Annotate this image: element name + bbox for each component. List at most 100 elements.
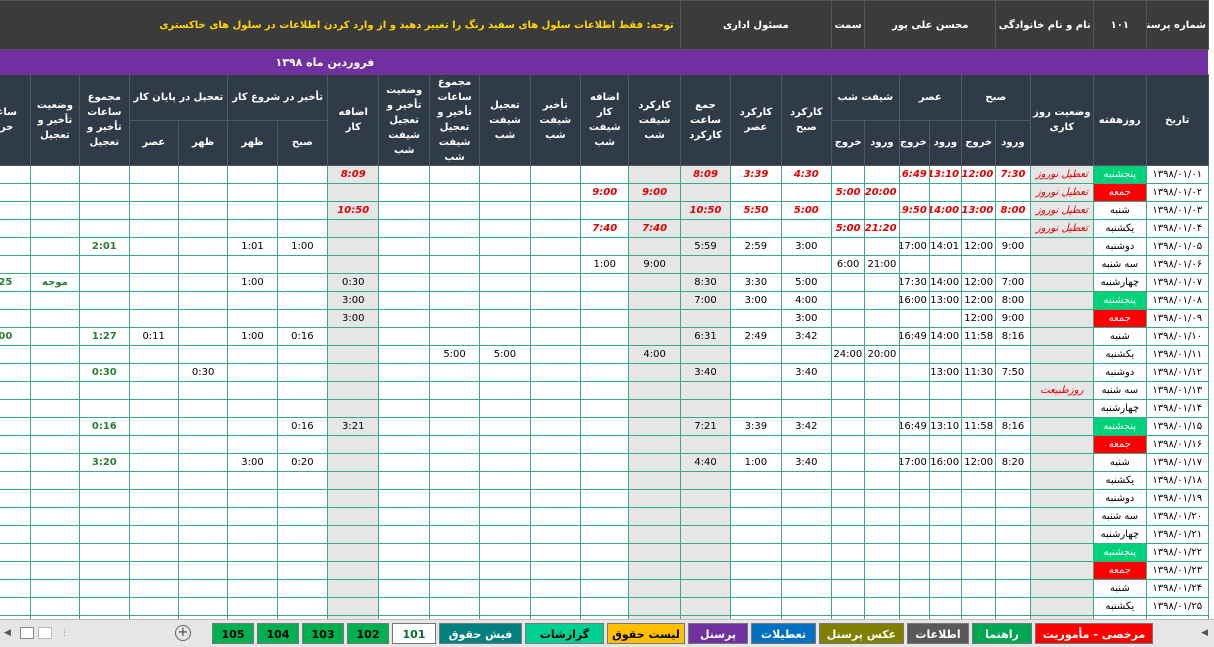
cell-no[interactable] (830, 273, 866, 292)
cell-ni[interactable] (864, 453, 900, 472)
cell-mo[interactable]: 13:00 (961, 201, 997, 220)
cell-ni[interactable] (864, 561, 900, 580)
cell-day[interactable]: جمعه (1093, 435, 1147, 454)
cell-lm[interactable] (276, 435, 329, 454)
cell-date[interactable]: ۱۳۹۸/۰۱/۱۳ (1145, 381, 1210, 400)
cell-lm[interactable] (276, 255, 329, 274)
cell-lm[interactable] (276, 561, 329, 580)
cell-ns[interactable] (378, 345, 430, 364)
cell-no[interactable] (830, 525, 866, 544)
cell-ln[interactable] (227, 579, 278, 598)
cell-mi[interactable]: 9:00 (995, 309, 1031, 328)
cell-nl[interactable] (529, 381, 582, 400)
cell-no[interactable] (830, 237, 866, 256)
cell-no[interactable] (830, 417, 866, 436)
cell-ns[interactable] (378, 453, 430, 472)
cell-ls[interactable] (29, 543, 81, 562)
cell-ot[interactable]: 8:09 (327, 165, 380, 184)
cell-nov[interactable] (580, 237, 630, 256)
cell-nt[interactable] (428, 183, 481, 202)
cell-nt[interactable] (428, 597, 481, 616)
cell-nw[interactable] (628, 363, 681, 382)
cell-day[interactable]: یکشنبه (1093, 345, 1147, 364)
cell-wa[interactable] (730, 435, 782, 454)
cell-wa[interactable]: 5:50 (730, 201, 782, 220)
cell-ea[interactable] (128, 417, 179, 436)
cell-st[interactable] (1029, 345, 1095, 364)
cell-ls[interactable] (29, 489, 81, 508)
cell-en[interactable] (177, 561, 229, 580)
cell-no[interactable] (830, 579, 866, 598)
cell-lm[interactable] (276, 219, 329, 238)
cell-lm[interactable] (276, 489, 329, 508)
cell-date[interactable]: ۱۳۹۸/۰۱/۱۰ (1145, 327, 1210, 346)
cell-ao[interactable]: 17:30 (898, 273, 930, 292)
cell-mo[interactable] (961, 543, 997, 562)
cell-ai[interactable]: 16:00 (928, 453, 963, 472)
cell-ot[interactable] (327, 507, 380, 526)
cell-ao[interactable]: 16:00 (898, 291, 930, 310)
cell-ea[interactable] (128, 399, 179, 418)
cell-ho[interactable] (0, 363, 31, 382)
cell-en[interactable] (177, 435, 229, 454)
cell-ls[interactable] (29, 363, 81, 382)
cell-nt[interactable] (428, 543, 481, 562)
cell-ns[interactable] (378, 543, 430, 562)
scroll-right-icon[interactable]: ◀ (1201, 628, 1208, 638)
cell-ea[interactable] (128, 345, 179, 364)
cell-no[interactable] (830, 165, 866, 184)
sheet-nav-box-2[interactable] (38, 627, 52, 639)
cell-ls[interactable] (29, 345, 81, 364)
cell-wm[interactable]: 4:00 (780, 291, 833, 310)
cell-nw[interactable] (628, 237, 681, 256)
cell-nl[interactable] (529, 417, 582, 436)
cell-ne[interactable] (479, 417, 531, 436)
cell-no[interactable] (830, 597, 866, 616)
cell-nw[interactable] (628, 399, 681, 418)
cell-st[interactable] (1029, 597, 1095, 616)
cell-tl[interactable] (79, 435, 130, 454)
cell-lm[interactable] (276, 363, 329, 382)
cell-ot[interactable] (327, 453, 380, 472)
cell-ne[interactable] (479, 183, 531, 202)
cell-date[interactable]: ۱۳۹۸/۰۱/۰۱ (1145, 165, 1210, 184)
cell-nl[interactable] (529, 561, 582, 580)
cell-wa[interactable] (730, 525, 782, 544)
cell-ho[interactable] (0, 219, 31, 238)
cell-tl[interactable]: 1:27 (79, 327, 130, 346)
cell-ls[interactable] (29, 183, 81, 202)
cell-ns[interactable] (378, 561, 430, 580)
cell-ea[interactable] (128, 507, 179, 526)
cell-mi[interactable] (995, 597, 1031, 616)
cell-nt[interactable] (428, 273, 481, 292)
personnel-number[interactable]: ۱۰۱ (1093, 0, 1147, 50)
cell-wa[interactable] (730, 381, 782, 400)
cell-mo[interactable] (961, 399, 997, 418)
cell-wm[interactable] (780, 435, 833, 454)
cell-nov[interactable] (580, 561, 630, 580)
cell-ln[interactable] (227, 363, 278, 382)
cell-ao[interactable] (898, 597, 930, 616)
cell-nw[interactable] (628, 165, 681, 184)
cell-en[interactable] (177, 219, 229, 238)
cell-mi[interactable]: 8:00 (995, 291, 1031, 310)
cell-nov[interactable] (580, 273, 630, 292)
cell-no[interactable] (830, 471, 866, 490)
cell-mo[interactable] (961, 525, 997, 544)
cell-date[interactable]: ۱۳۹۸/۰۱/۰۲ (1145, 183, 1210, 202)
cell-mi[interactable]: 8:00 (995, 201, 1031, 220)
cell-st[interactable] (1029, 417, 1095, 436)
cell-ea[interactable] (128, 255, 179, 274)
cell-en[interactable] (177, 381, 229, 400)
cell-ho[interactable] (0, 309, 31, 328)
cell-ns[interactable] (378, 255, 430, 274)
cell-ls[interactable] (29, 525, 81, 544)
cell-nw[interactable] (628, 327, 681, 346)
cell-day[interactable]: جمعه (1093, 309, 1147, 328)
cell-ne[interactable] (479, 435, 531, 454)
cell-nt[interactable] (428, 435, 481, 454)
add-sheet-icon[interactable]: + (175, 625, 191, 641)
cell-ns[interactable] (378, 309, 430, 328)
cell-ea[interactable] (128, 561, 179, 580)
cell-wa[interactable] (730, 507, 782, 526)
